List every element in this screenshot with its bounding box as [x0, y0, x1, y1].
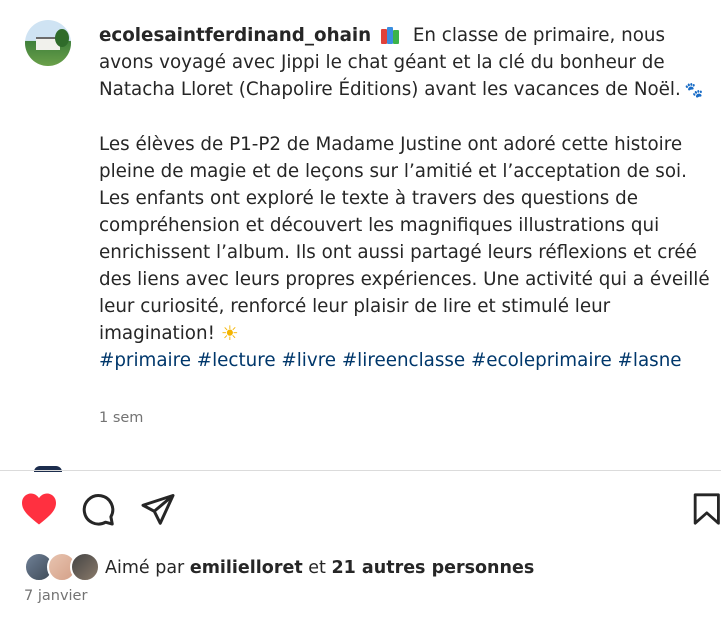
- hashtags[interactable]: #primaire #lecture #livre #lireenclasse …: [99, 347, 711, 374]
- caption-paragraph-1: ecolesaintferdinand_ohain En classe de p…: [99, 22, 711, 104]
- liker-avatar: [70, 552, 100, 582]
- liker-username[interactable]: emilielloret: [190, 558, 303, 578]
- likes-others-link[interactable]: 21 autres personnes: [331, 558, 534, 578]
- profile-avatar[interactable]: [25, 20, 71, 66]
- comment-icon: [82, 494, 115, 526]
- heart-filled-icon: [22, 493, 56, 525]
- save-button[interactable]: [690, 489, 721, 529]
- sun-icon: ☀: [220, 321, 239, 345]
- liker-avatars[interactable]: [24, 552, 100, 582]
- username-link[interactable]: ecolesaintferdinand_ohain: [99, 25, 371, 46]
- bookmark-icon: [693, 493, 720, 525]
- post-caption: ecolesaintferdinand_ohain En classe de p…: [99, 22, 711, 374]
- share-button[interactable]: [140, 489, 184, 529]
- send-icon: [141, 494, 175, 525]
- post-timestamp[interactable]: 1 sem: [99, 410, 143, 426]
- like-button[interactable]: [20, 489, 64, 529]
- divider: [0, 470, 721, 471]
- caption-text-2: Les élèves de P1-P2 de Madame Justine on…: [99, 134, 710, 344]
- likes-summary: Aimé par emilielloret et 21 autres perso…: [105, 556, 534, 580]
- books-icon: [380, 26, 402, 44]
- likes-prefix: Aimé par: [105, 558, 185, 578]
- likes-connector: et: [308, 558, 326, 578]
- paw-prints-icon: 🐾: [684, 81, 704, 99]
- comment-button[interactable]: [80, 489, 124, 529]
- post-date: 7 janvier: [24, 588, 88, 604]
- avatar-tree: [55, 29, 69, 47]
- caption-paragraph-2: Les élèves de P1-P2 de Madame Justine on…: [99, 131, 711, 347]
- next-comment-avatar: [34, 466, 62, 472]
